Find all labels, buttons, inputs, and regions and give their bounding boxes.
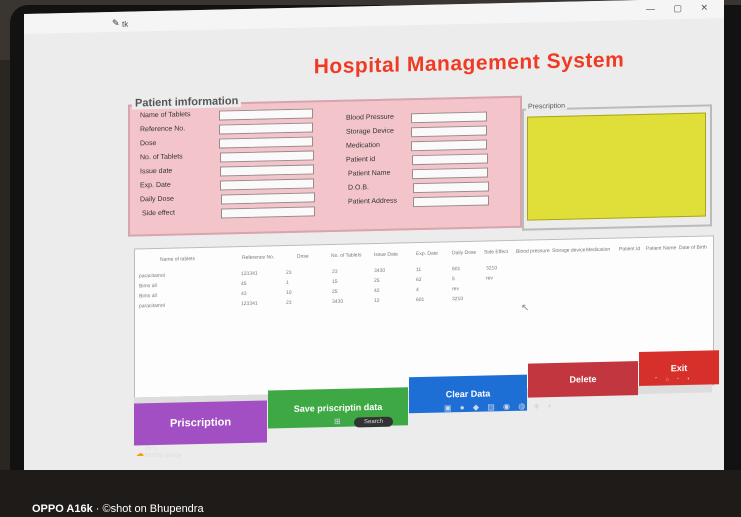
col-blood-pressure: Blood pressure [516,248,550,255]
col-reference-no: Reference No. [242,254,275,262]
table-cell: 3430 [374,267,386,275]
page-title: Hospital Management System [313,48,625,79]
storage-device-field[interactable] [411,125,487,138]
prescription-textbox[interactable] [527,112,706,221]
table-cell: 3210 [486,265,498,272]
col-no-of-tablets: No. of Tablets [331,252,362,260]
table-cell: 12 [374,297,380,305]
label-reference-no: Reference No. [140,125,186,134]
feather-icon: ✎ [112,17,120,29]
table-cell: 123341 [241,300,258,308]
watermark-device: OPPO A16k [32,503,93,515]
exp-date-field[interactable] [220,178,314,191]
laptop-screen: ✎ tk — ▢ ✕ Hospital Management System Pa… [24,0,724,495]
table-cell: 4 [416,287,419,294]
table-cell: 15 [332,278,338,286]
label-dose: Dose [140,139,157,148]
daily-dose-field[interactable] [221,192,315,205]
table-cell: 5 [452,276,455,283]
table-cell: 1 [286,279,289,287]
label-blood-pressure: Blood Pressure [346,113,394,122]
col-patient-id: Patient Id [619,246,641,253]
label-patient-address: Patient Address [348,197,398,206]
table-cell: Bimo all [139,282,157,290]
weather-widget[interactable]: 26°C Mostly cloudy [145,446,181,460]
table-cell: 25 [374,277,380,285]
label-patient-id: Patient id [346,156,376,164]
table-cell: rev [486,275,493,282]
table-cell: 123341 [241,270,258,278]
table-cell: 601 [452,266,461,273]
table-cell: 11 [416,266,422,274]
table-cell: 10 [286,289,292,297]
label-dob: D.O.B. [348,184,370,192]
col-storage-device: Storage device [552,247,586,255]
table-cell: 23 [332,268,338,276]
patient-address-field[interactable] [413,195,489,208]
table-cell: 25 [332,288,338,296]
patient-info-legend: Patient imformation [132,95,242,110]
window-title: tk [122,19,129,29]
label-side-effect: Side effect [142,209,175,218]
label-issue-date: Issue date [140,167,173,176]
table-cell: 45 [241,280,247,288]
delete-button[interactable]: Delete [528,361,638,398]
label-name-of-tablets: Name of Tablets [140,111,191,120]
weather-cloud-icon: ☁ [136,449,144,458]
patient-id-field[interactable] [412,153,488,166]
mouse-cursor-icon: ↖ [521,302,530,314]
table-cell: 23 [286,299,292,307]
label-no-of-tablets: No. of Tablets [140,153,183,162]
taskbar-apps-icon[interactable]: ▣ ● ◆ ▤ ◉ ◍ ◈ ◐ [444,401,556,413]
label-daily-dose: Daily Dose [140,195,174,204]
col-side-effect: Side Effect [484,249,509,256]
label-exp-date: Exp. Date [140,181,171,190]
table-cell: 42 [374,287,380,295]
table-cell: 601 [416,296,425,304]
photo-watermark: OPPO A16k · ©shot on Bhupendra [32,503,204,515]
blood-pressure-field[interactable] [411,111,487,124]
dob-field[interactable] [413,181,489,194]
side-effect-field[interactable] [221,206,315,219]
table-cell: 43 [241,290,247,298]
windows-start-icon[interactable]: ⊞ [334,417,344,426]
label-patient-name: Patient Name [348,169,391,178]
col-daily-dose: Daily Dose [452,249,477,257]
weather-temp: 26°C [145,446,159,452]
col-exp-date: Exp. Date [416,250,438,258]
dose-field[interactable] [219,136,313,149]
col-date-of-birth: Date of Birth [679,244,707,252]
col-patient-name: Patient Name [646,245,677,252]
medication-field[interactable] [411,139,487,152]
col-dose: Dose [297,253,309,260]
table-cell: 3430 [332,298,344,306]
label-medication: Medication [346,141,380,150]
col-medication: Medication [586,246,611,254]
name-of-tablets-field[interactable] [219,108,313,121]
prescription-legend: Prescription [526,102,567,111]
table-cell: 62 [416,276,422,284]
table-cell: rev [452,286,459,293]
taskbar-search[interactable]: Search [354,416,394,428]
table-cell: 23 [286,269,292,277]
table-cell: paracitamol [139,272,165,280]
watermark-credit: ©shot on Bhupendra [102,503,204,515]
system-tray-icon[interactable]: ⌃ ⌂ ◔ ◑ [654,376,692,383]
weather-desc: Mostly cloudy [145,453,182,459]
prescription-button[interactable]: Priscription [134,400,267,446]
reference-no-field[interactable] [219,122,313,135]
no-of-tablets-field[interactable] [220,150,314,163]
col-name-of-tablets: Name of tablets [160,256,196,263]
patient-name-field[interactable] [412,167,488,180]
window-controls[interactable]: — ▢ ✕ [646,2,716,15]
table-cell: 3210 [452,296,464,303]
table-cell: paracitamol [139,302,165,310]
table-cell: Bimo all [139,292,157,300]
col-issue-date: Issue Date [374,251,398,259]
issue-date-field[interactable] [220,164,314,177]
watermark-separator: · [92,503,103,515]
label-storage-device: Storage Device [346,127,394,136]
